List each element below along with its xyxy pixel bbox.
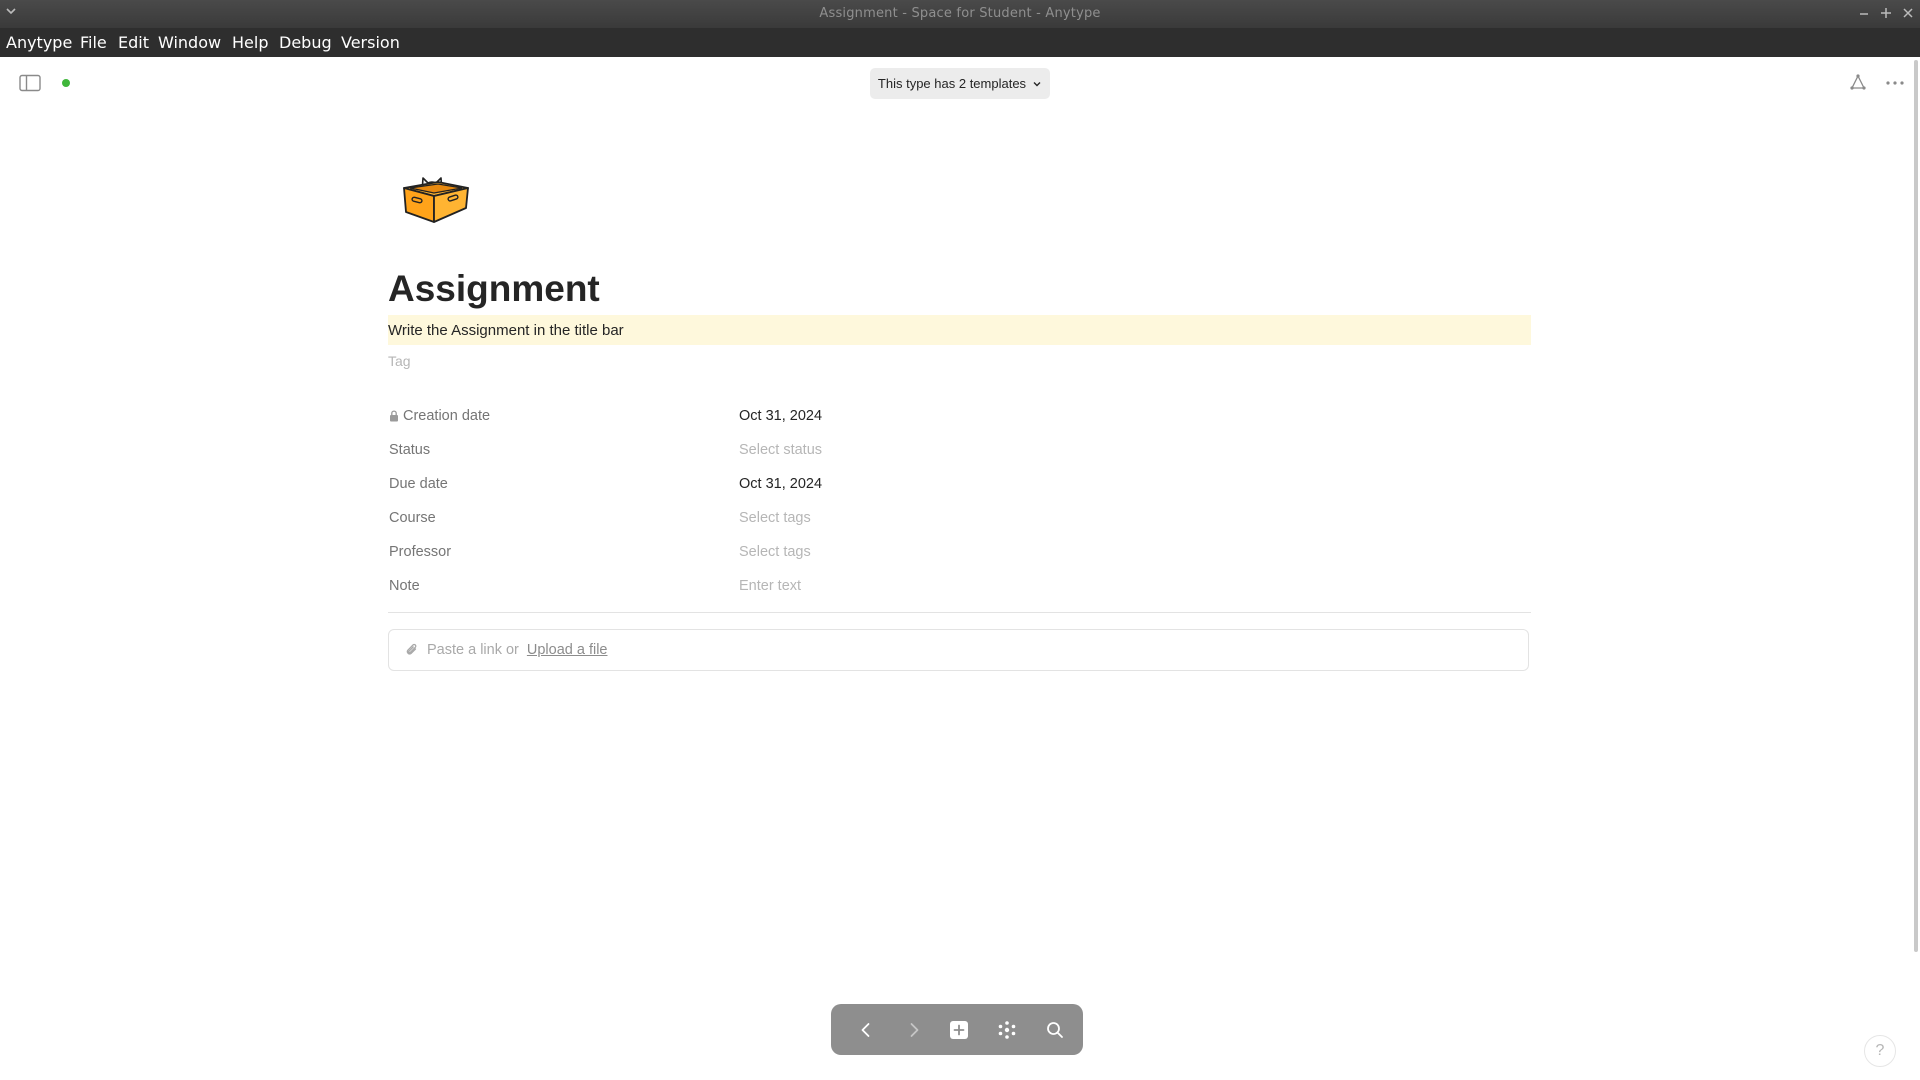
sync-status-indicator[interactable] — [62, 79, 70, 87]
relation-row-status[interactable]: Status Select status — [389, 434, 1531, 468]
relation-row-note[interactable]: Note Enter text — [389, 570, 1531, 604]
divider — [388, 612, 1531, 613]
relation-name: Creation date — [389, 408, 490, 424]
template-selector-button[interactable]: This type has 2 templates — [870, 68, 1050, 99]
relation-row-professor[interactable]: Professor Select tags — [389, 536, 1531, 570]
page-description[interactable]: Write the Assignment in the title bar — [388, 315, 1531, 345]
course-tags-select[interactable]: Select tags — [739, 510, 811, 526]
relation-label: Creation date — [403, 408, 491, 424]
menu-debug[interactable]: Debug — [273, 31, 338, 54]
back-icon[interactable] — [855, 1019, 877, 1041]
relation-label: Course — [389, 510, 436, 526]
relation-row-creation-date[interactable]: Creation date Oct 31, 2024 — [389, 400, 1531, 434]
attach-prompt-text: Paste a link or — [427, 642, 519, 658]
scrollbar[interactable] — [1914, 60, 1918, 952]
menu-edit[interactable]: Edit — [112, 31, 155, 54]
relation-label: Due date — [389, 476, 448, 492]
menu-version[interactable]: Version — [335, 31, 406, 54]
window-title: Assignment - Space for Student - Anytype — [819, 6, 1101, 21]
more-options-icon[interactable] — [1884, 73, 1906, 93]
bottom-navigation-bar — [831, 1004, 1083, 1055]
relation-value: Oct 31, 2024 — [739, 408, 823, 424]
file-attach-block[interactable]: Paste a link or Upload a file — [388, 629, 1529, 671]
paperclip-icon — [406, 643, 417, 655]
due-date-value[interactable]: Oct 31, 2024 — [739, 476, 822, 492]
sidebar-toggle-icon[interactable] — [19, 74, 41, 92]
lock-icon — [390, 410, 398, 422]
search-icon[interactable] — [1044, 1019, 1066, 1041]
window-titlebar: Assignment - Space for Student - Anytype — [0, 0, 1920, 28]
relation-label: Status — [389, 442, 431, 458]
upload-file-link[interactable]: Upload a file — [527, 642, 608, 658]
forward-icon[interactable] — [903, 1019, 925, 1041]
plus-icon[interactable] — [948, 1019, 970, 1041]
description-text: Write the Assignment in the title bar — [388, 321, 624, 339]
chevron-down-icon — [1033, 81, 1041, 86]
menu-window[interactable]: Window — [152, 31, 227, 54]
minimize-icon[interactable] — [1856, 5, 1872, 21]
app-menubar: Anytype File Edit Window Help Debug Vers… — [0, 28, 1920, 57]
professor-tags-select[interactable]: Select tags — [739, 544, 811, 560]
page-title[interactable]: Assignment — [388, 268, 600, 310]
menu-anytype[interactable]: Anytype — [0, 31, 78, 54]
graph-icon[interactable] — [996, 1019, 1018, 1041]
help-button[interactable]: ? — [1864, 1035, 1896, 1067]
menu-help[interactable]: Help — [226, 31, 274, 54]
relation-label: Professor — [389, 544, 452, 560]
relation-row-course[interactable]: Course Select tags — [389, 502, 1531, 536]
relation-row-due-date[interactable]: Due date Oct 31, 2024 — [389, 468, 1531, 502]
close-icon[interactable] — [1900, 5, 1916, 21]
relation-label: Note — [389, 578, 420, 594]
menu-file[interactable]: File — [74, 31, 113, 54]
relations-list: Creation date Oct 31, 2024 Status Select… — [389, 400, 1531, 604]
box-with-cat-icon[interactable] — [398, 166, 474, 232]
status-select[interactable]: Select status — [739, 442, 822, 458]
note-text-field[interactable]: Enter text — [739, 578, 801, 594]
tag-field[interactable]: Tag — [388, 353, 411, 369]
maximize-icon[interactable] — [1878, 5, 1894, 21]
graph-icon[interactable] — [1848, 73, 1868, 93]
template-selector-label: This type has 2 templates — [877, 76, 1027, 91]
page-header-toolbar: This type has 2 templates — [0, 57, 1920, 107]
